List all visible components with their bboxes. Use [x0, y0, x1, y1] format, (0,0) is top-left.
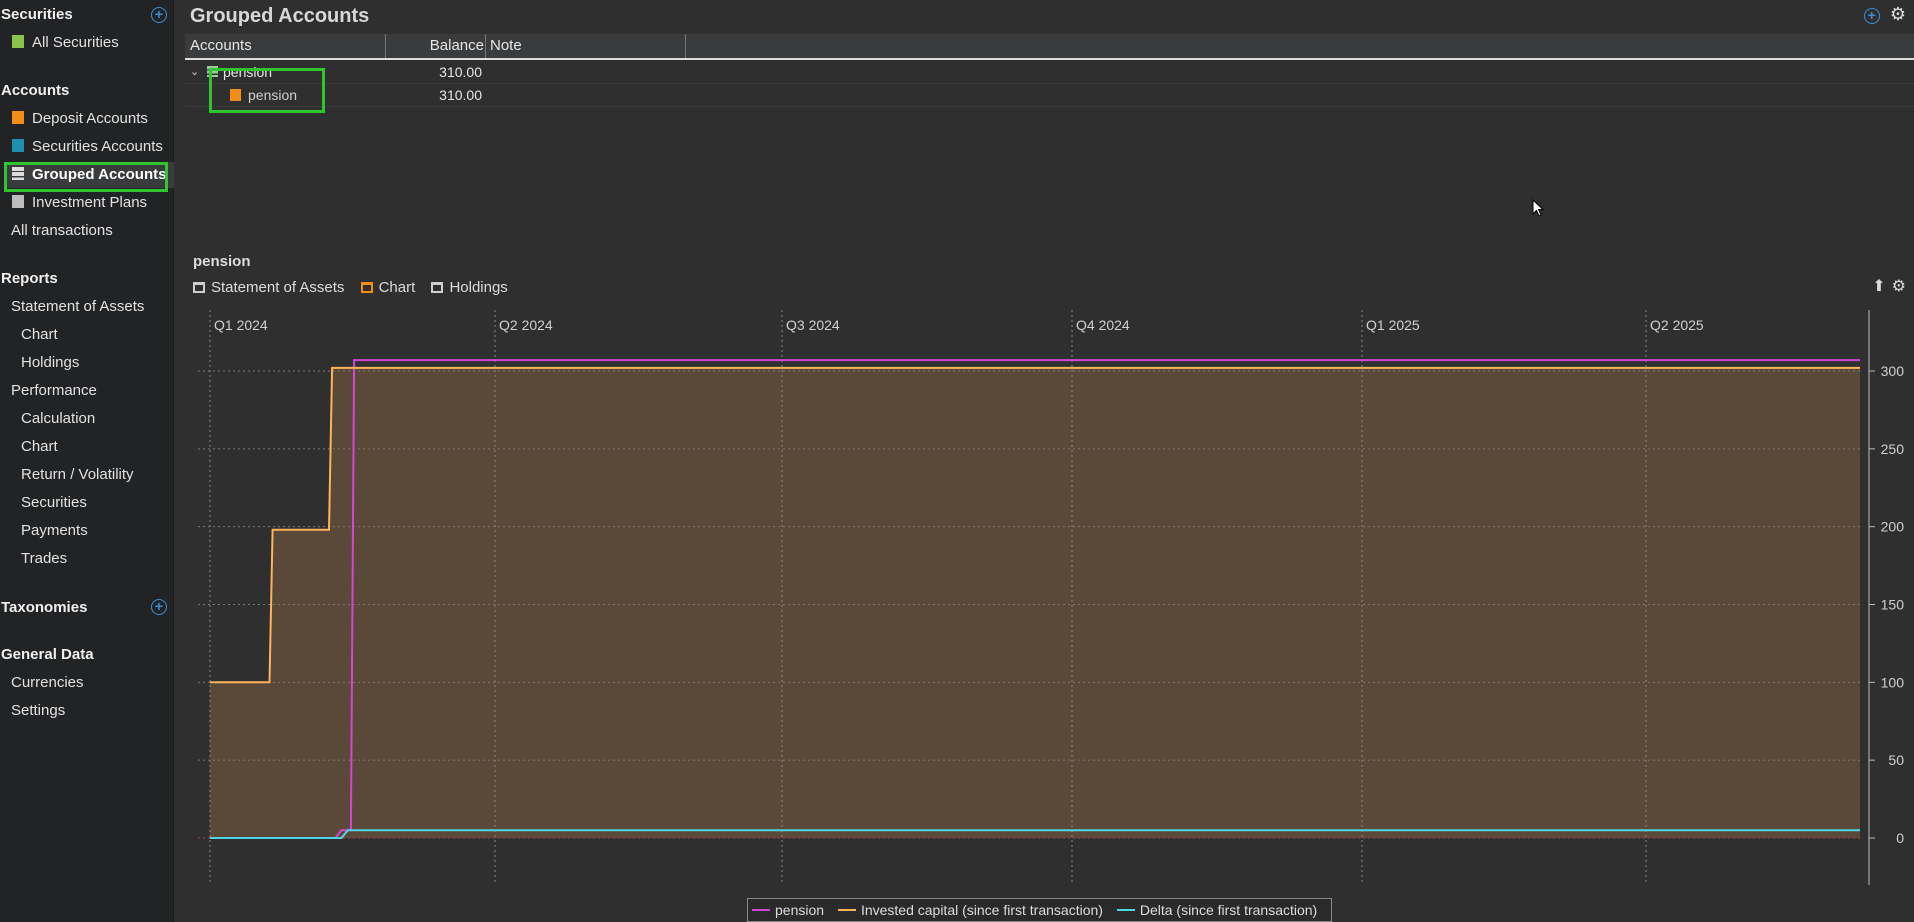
document-icon	[12, 35, 24, 48]
sidebar-item-trades[interactable]: Trades	[21, 546, 67, 572]
sidebar-item-performance-chart[interactable]: Chart	[21, 434, 58, 460]
account-balance: 310.00	[439, 87, 482, 103]
add-taxonomy-icon[interactable]: +	[151, 599, 167, 615]
tab-chart[interactable]: Chart	[360, 279, 415, 296]
tab-holdings[interactable]: Holdings	[431, 279, 508, 296]
sidebar-item-holdings[interactable]: Holdings	[21, 350, 79, 376]
balance-chart: Q1 2024 Q2 2024 Q3 2024 Q4 2024 Q1 2025 Q2 20…	[198, 310, 1905, 885]
table-row[interactable]: pension 310.00	[185, 84, 1914, 107]
export-icon[interactable]: ⬆	[1872, 278, 1885, 295]
y-tick-label: 0	[1896, 830, 1904, 846]
sidebar-item-investment-plans[interactable]: Investment Plans	[12, 190, 147, 216]
account-name: pension	[248, 87, 298, 103]
column-note[interactable]: Note	[485, 34, 685, 58]
add-icon[interactable]: +	[1863, 8, 1880, 24]
sidebar-heading-reports: Reports	[1, 270, 58, 287]
sidebar-item-currencies[interactable]: Currencies	[11, 670, 84, 696]
chart-tab-icon	[360, 282, 373, 293]
deposit-account-icon	[230, 89, 241, 101]
sidebar-item-payments[interactable]: Payments	[21, 518, 88, 544]
x-tick-label: Q1 2024	[214, 317, 268, 333]
sidebar-item-securities-report[interactable]: Securities	[21, 490, 87, 516]
sidebar-item-all-transactions[interactable]: All transactions	[11, 218, 113, 244]
sidebar-item-deposit-accounts[interactable]: Deposit Accounts	[12, 106, 148, 132]
x-tick-label: Q4 2024	[1076, 317, 1130, 333]
tab-icon	[193, 282, 205, 293]
column-balance[interactable]: Balance	[385, 34, 486, 58]
x-tick-label: Q2 2024	[499, 317, 553, 333]
y-tick-label: 300	[1881, 363, 1905, 379]
account-group-name: pension	[223, 64, 273, 80]
view-tabs: Statement of Assets Chart Holdings	[193, 279, 520, 296]
column-accounts[interactable]: Accounts	[185, 34, 385, 58]
sidebar-heading-accounts: Accounts	[1, 82, 70, 99]
layers-icon	[12, 167, 24, 180]
sidebar-heading-general-data: General Data	[1, 646, 94, 663]
top-toolbar: + ⚙	[1863, 4, 1906, 25]
legend-item-invested-capital[interactable]: Invested capital (since first transactio…	[837, 899, 1103, 921]
layers-icon	[207, 66, 218, 77]
sidebar-item-grouped-accounts[interactable]: Grouped Accounts	[4, 162, 174, 188]
account-group-balance: 310.00	[439, 64, 482, 80]
section-label: pension	[193, 253, 251, 270]
sidebar-item-calculation[interactable]: Calculation	[21, 406, 95, 432]
page-title: Grouped Accounts	[190, 5, 370, 27]
sidebar-item-securities-accounts[interactable]: Securities Accounts	[12, 134, 163, 160]
chart-settings-gear-icon[interactable]: ⚙	[1892, 278, 1906, 295]
y-tick-label: 150	[1881, 597, 1905, 613]
sidebar-item-return-volatility[interactable]: Return / Volatility	[21, 462, 134, 488]
sidebar-item-performance[interactable]: Performance	[11, 378, 97, 404]
y-tick-label: 100	[1881, 674, 1905, 690]
sidebar-heading-taxonomies: Taxonomies	[1, 599, 88, 616]
chart-legend: pension Invested capital (since first tr…	[747, 898, 1333, 922]
sidebar-item-assets-chart[interactable]: Chart	[21, 322, 58, 348]
calendar-icon	[12, 195, 24, 208]
add-security-icon[interactable]: +	[151, 7, 167, 23]
sidebar-item-statement-of-assets[interactable]: Statement of Assets	[11, 294, 144, 320]
mouse-cursor-icon	[1532, 199, 1545, 217]
y-tick-label: 250	[1881, 441, 1905, 457]
y-tick-label: 200	[1881, 519, 1905, 535]
x-tick-label: Q1 2025	[1366, 317, 1420, 333]
chevron-down-icon[interactable]: ⌄	[190, 61, 199, 84]
x-tick-label: Q3 2024	[786, 317, 840, 333]
tab-icon	[431, 282, 444, 293]
sidebar-item-settings[interactable]: Settings	[11, 698, 65, 724]
main-panel: Grouped Accounts + ⚙ Accounts Balance No…	[175, 0, 1914, 922]
gear-icon[interactable]: ⚙	[1890, 4, 1906, 24]
legend-item-delta[interactable]: Delta (since first transaction)	[1116, 899, 1317, 921]
table-row[interactable]: ⌄ pension 310.00	[185, 61, 1914, 84]
invested-capital-area	[210, 367, 1860, 838]
sidebar: Securities + All Securities Accounts Dep…	[0, 0, 174, 922]
x-tick-label: Q2 2025	[1650, 317, 1704, 333]
sidebar-heading-securities: Securities	[1, 6, 73, 23]
y-tick-label: 50	[1888, 752, 1904, 768]
sidebar-item-all-securities[interactable]: All Securities	[12, 30, 119, 56]
legend-item-pension[interactable]: pension	[752, 899, 824, 921]
chart-toolbar: ⬆ ⚙	[1872, 276, 1906, 296]
tab-statement-of-assets[interactable]: Statement of Assets	[193, 279, 344, 296]
securities-account-icon	[12, 139, 24, 152]
deposit-account-icon	[12, 111, 24, 124]
table-header: Accounts Balance Note	[185, 34, 1914, 60]
